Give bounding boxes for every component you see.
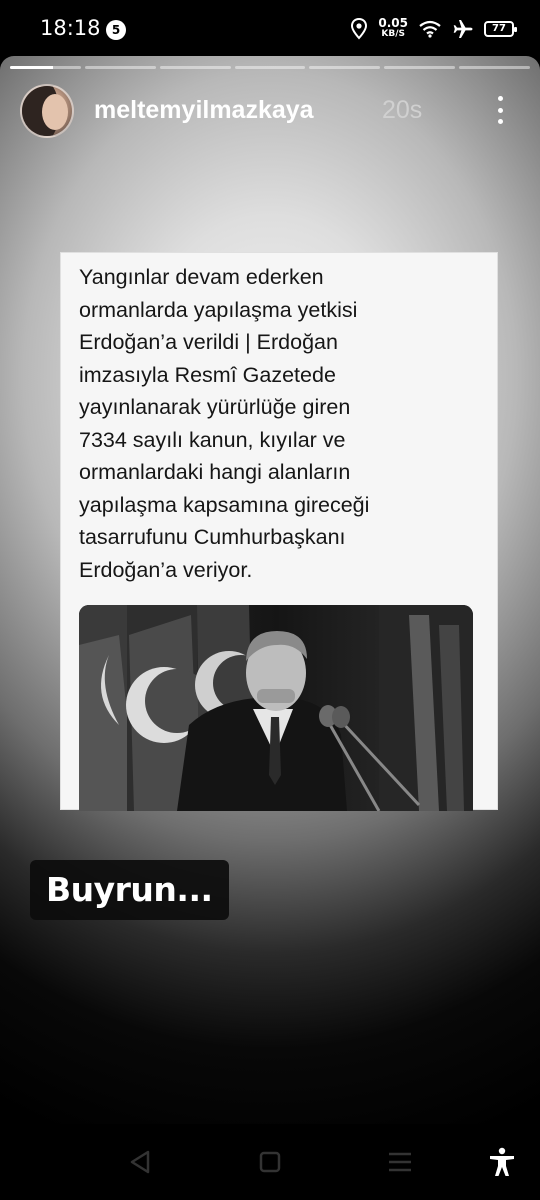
notification-count-badge: 5 xyxy=(106,20,126,40)
accessibility-icon[interactable] xyxy=(486,1146,518,1178)
back-icon[interactable] xyxy=(124,1146,156,1178)
system-nav-bar xyxy=(0,1124,540,1200)
story-caption: Buyrun... xyxy=(30,860,229,920)
airplane-icon xyxy=(453,20,473,38)
location-icon xyxy=(351,18,368,40)
progress-segment xyxy=(10,66,81,69)
wifi-icon xyxy=(419,20,441,38)
progress-segment xyxy=(84,66,156,69)
post-time: 20s xyxy=(382,96,423,124)
shared-post-card: Yangınlar devam ederken ormanlarda yapıl… xyxy=(60,252,498,811)
network-speed: 0.05 KB/S xyxy=(378,16,408,39)
username[interactable]: meltemyilmazkaya xyxy=(94,96,314,125)
avatar[interactable] xyxy=(20,84,74,138)
clock: 18:18 xyxy=(40,16,101,40)
post-text: Yangınlar devam ederken ormanlarda yapıl… xyxy=(79,265,370,582)
status-bar: 18:18 5 0.05 KB/S 77 xyxy=(0,0,540,56)
story-progress-bar xyxy=(10,66,531,69)
battery-icon: 77 xyxy=(484,21,517,37)
story-viewer[interactable]: meltemyilmazkaya 20s Yangınlar devam ede… xyxy=(0,56,540,1124)
progress-segment xyxy=(159,66,231,69)
more-options-icon[interactable] xyxy=(488,96,512,124)
progress-segment xyxy=(384,66,456,69)
progress-segment xyxy=(459,66,531,69)
speaker-photo xyxy=(79,605,473,811)
status-icons: 0.05 KB/S 77 xyxy=(350,14,517,44)
progress-segment xyxy=(309,66,381,69)
home-icon[interactable] xyxy=(254,1146,286,1178)
recents-icon[interactable] xyxy=(384,1146,416,1178)
post-photo xyxy=(79,605,473,811)
progress-segment xyxy=(234,66,306,69)
